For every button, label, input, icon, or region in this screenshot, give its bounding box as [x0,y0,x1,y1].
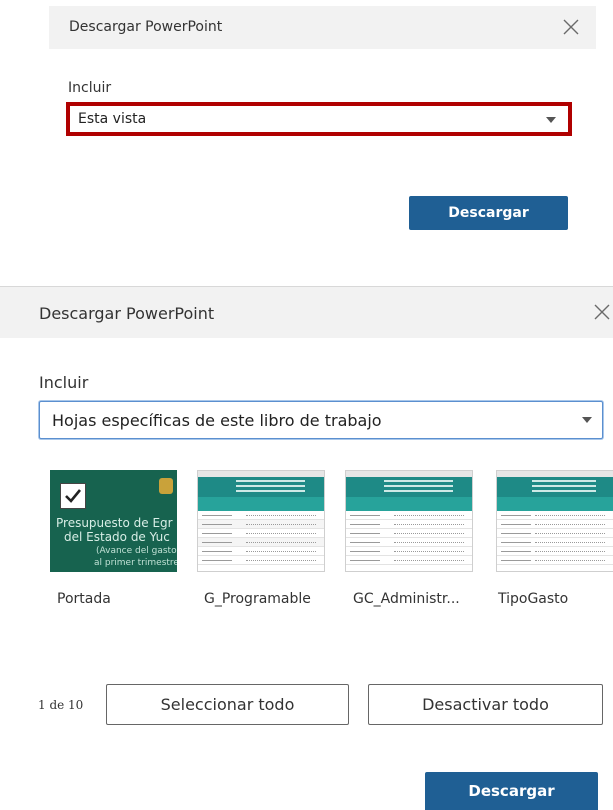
dialog-title: Descargar PowerPoint [39,304,215,323]
sheet-title-band [198,477,324,497]
sheet-table-header [346,497,472,511]
sheet-table [497,511,613,565]
sheet-label: Portada [57,591,111,607]
sheet-label: GC_Administr... [353,591,460,607]
sheet-label: TipoGasto [498,591,569,607]
sheet-thumbnail-g-programable[interactable] [197,470,325,572]
crest-icon [159,478,173,494]
cover-text-line: Presupuesto de Egr [56,516,173,530]
include-label: Incluir [39,373,89,392]
cover-text-line: al primer trimestre [94,558,177,568]
sheet-label: G_Programable [204,591,311,607]
chevron-down-icon [582,417,592,423]
include-label: Incluir [68,80,112,96]
include-dropdown[interactable]: Hojas específicas de este libro de traba… [39,401,603,439]
include-dropdown-value: Hojas específicas de este libro de traba… [52,411,382,430]
download-button[interactable]: Descargar [425,772,598,810]
dialog-header: Descargar PowerPoint [0,286,613,338]
sheet-thumbnail-portada[interactable]: Presupuesto de Egr del Estado de Yuc (Av… [50,470,177,572]
page-count: 1 de 10 [38,698,84,712]
dialog-title: Descargar PowerPoint [69,19,223,35]
download-button[interactable]: Descargar [409,196,568,230]
sheet-title-band [497,477,613,497]
cover-text-line: del Estado de Yuc [64,530,170,544]
chevron-down-icon [546,117,556,123]
include-dropdown[interactable]: Esta vista [66,102,572,136]
include-dropdown-value: Esta vista [78,111,147,127]
checkbox-checked-icon[interactable] [60,483,86,509]
sheet-table [198,511,324,565]
dialog-header: Descargar PowerPoint [49,6,596,49]
select-all-button[interactable]: Seleccionar todo [106,684,349,725]
close-icon[interactable] [593,303,611,321]
sheet-thumbnail-gc-administr[interactable] [345,470,473,572]
sheet-table-header [198,497,324,511]
sheet-table-header [497,497,613,511]
sheet-table [346,511,472,565]
sheet-title-band [346,477,472,497]
sheet-thumbnail-tipogasto[interactable] [496,470,613,572]
close-icon[interactable] [562,18,580,36]
cover-text-line: (Avance del gasto [96,546,177,556]
deselect-all-button[interactable]: Desactivar todo [368,684,603,725]
